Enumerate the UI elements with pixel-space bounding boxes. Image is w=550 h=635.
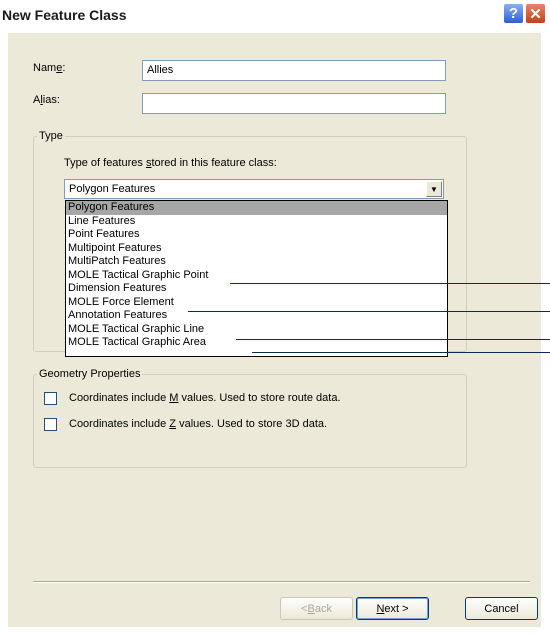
pointer-line-tactical-area: [252, 352, 550, 353]
alias-label: Alias:: [33, 94, 60, 106]
feature-type-dropdown[interactable]: Polygon Features ▼: [64, 179, 444, 199]
alias-input[interactable]: [142, 93, 446, 114]
list-item-mole-tactical-graphic-line[interactable]: MOLE Tactical Graphic Line: [66, 323, 447, 337]
z-values-label: Coordinates include Z values. Used to st…: [69, 418, 328, 430]
name-label: Name:: [33, 62, 66, 74]
feature-type-list[interactable]: Polygon Features Line Features Point Fea…: [65, 200, 448, 357]
type-group-legend: Type: [39, 130, 63, 142]
button-separator: [33, 581, 530, 583]
list-item-polygon-features[interactable]: Polygon Features: [66, 201, 447, 215]
help-icon: ?: [508, 5, 519, 22]
type-prompt: Type of features stored in this feature …: [64, 157, 277, 169]
cancel-button[interactable]: Cancel: [465, 597, 538, 620]
pointer-line-tactical-line: [236, 339, 550, 340]
pointer-line-force-element: [188, 311, 550, 312]
help-button[interactable]: ?: [503, 3, 524, 24]
list-item-point-features[interactable]: Point Features: [66, 228, 447, 242]
list-item-multipoint-features[interactable]: Multipoint Features: [66, 242, 447, 256]
list-item-dimension-features[interactable]: Dimension Features: [66, 282, 447, 296]
list-item-mole-force-element[interactable]: MOLE Force Element: [66, 296, 447, 310]
geometry-group-legend: Geometry Properties: [39, 368, 141, 380]
m-values-option[interactable]: Coordinates include M values. Used to st…: [44, 390, 341, 406]
close-button[interactable]: ✕: [525, 3, 546, 24]
window-title: New Feature Class: [2, 7, 127, 23]
close-icon: ✕: [529, 5, 542, 23]
next-button[interactable]: Next >: [356, 597, 429, 620]
z-values-option[interactable]: Coordinates include Z values. Used to st…: [44, 416, 327, 432]
list-item-mole-tactical-graphic-point[interactable]: MOLE Tactical Graphic Point: [66, 269, 447, 283]
m-values-label: Coordinates include M values. Used to st…: [69, 392, 341, 404]
m-values-checkbox[interactable]: [44, 391, 57, 405]
list-item-line-features[interactable]: Line Features: [66, 215, 447, 229]
feature-type-selected: Polygon Features: [69, 183, 156, 195]
title-bar: New Feature Class ? ✕: [0, 0, 550, 33]
chevron-down-icon[interactable]: ▼: [426, 181, 442, 197]
back-button[interactable]: < Back: [280, 597, 353, 620]
z-values-checkbox[interactable]: [44, 417, 57, 431]
pointer-line-tactical-point: [230, 283, 550, 284]
list-item-multipatch-features[interactable]: MultiPatch Features: [66, 255, 447, 269]
name-input[interactable]: Allies: [142, 60, 446, 81]
